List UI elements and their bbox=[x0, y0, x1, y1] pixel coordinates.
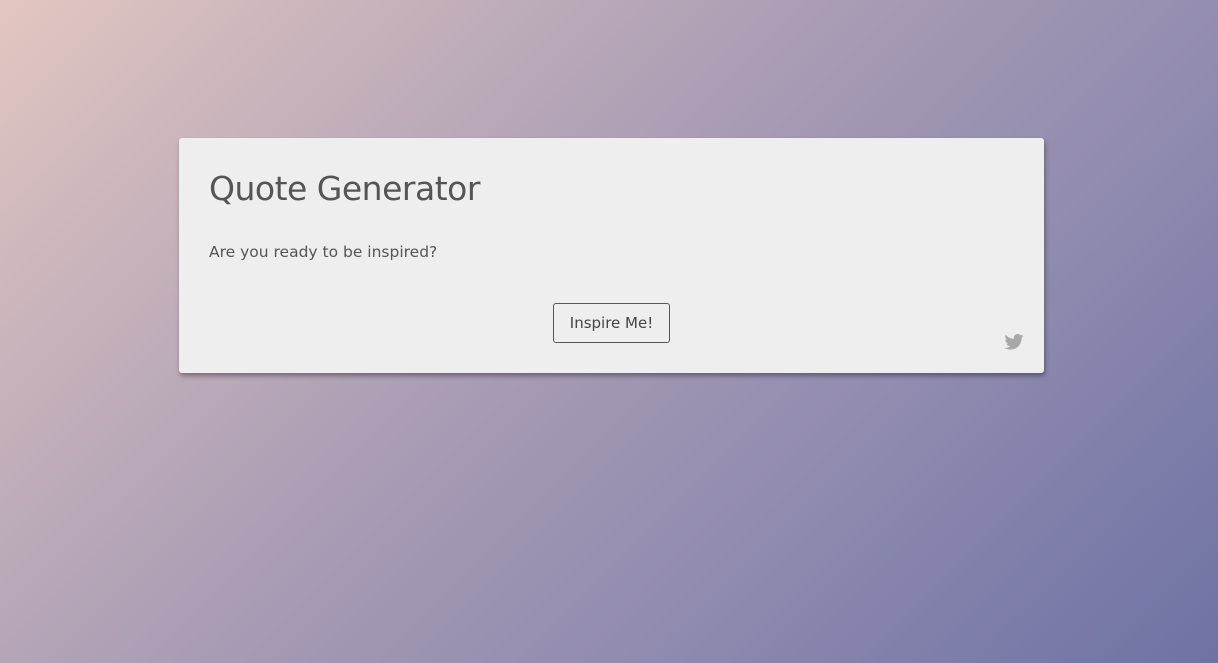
quote-text: Are you ready to be inspired? bbox=[209, 243, 438, 261]
inspire-button[interactable]: Inspire Me! bbox=[553, 303, 670, 343]
twitter-icon bbox=[1004, 334, 1024, 350]
quote-card: Quote Generator Are you ready to be insp… bbox=[179, 138, 1044, 373]
tweet-button[interactable] bbox=[1004, 334, 1024, 350]
page-title: Quote Generator bbox=[209, 169, 480, 208]
